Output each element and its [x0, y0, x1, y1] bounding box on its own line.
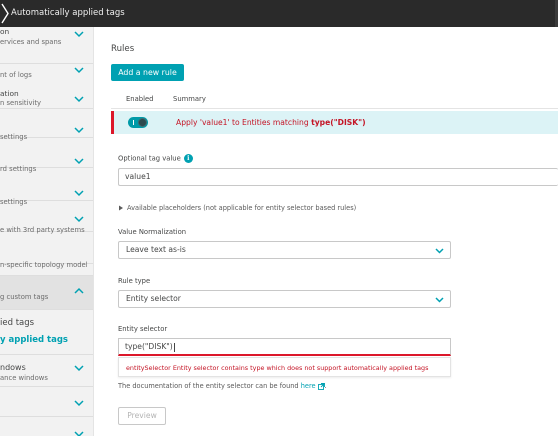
placeholders-expander[interactable]: Available placeholders (not applicable f…: [118, 204, 356, 212]
rule-type-select[interactable]: Entity selector: [118, 290, 451, 308]
rules-heading: Rules: [111, 44, 135, 54]
sidebar-item-subtitle: n-specific topology model: [0, 261, 88, 269]
rule-enabled-toggle[interactable]: [128, 117, 148, 128]
chevron-down-icon: [435, 297, 444, 303]
sidebar-item-subtitle: nt of logs: [0, 71, 32, 79]
sidebar-item-6[interactable]: e with 3rd party systems: [0, 216, 93, 264]
info-icon[interactable]: i: [183, 154, 193, 163]
entity-selector-value: type("DISK"): [125, 342, 173, 351]
preview-button[interactable]: Preview: [118, 407, 166, 425]
documentation-link[interactable]: here: [301, 382, 316, 390]
documentation-note: The documentation of the entity selector…: [118, 382, 327, 390]
chevron-down-icon: [74, 400, 84, 407]
sidebar-item-8[interactable]: g custom tags: [0, 276, 93, 310]
sidebar-item-subtitle: e with 3rd party systems: [0, 226, 85, 234]
chevron-up-icon: [74, 287, 84, 294]
value-normalization-label: Value Normalization: [118, 228, 187, 236]
rule-type-value: Entity selector: [126, 294, 181, 303]
sidebar-item-title: on: [0, 27, 10, 36]
rule-summary: Apply 'value1' to Entities matching type…: [176, 118, 366, 127]
sidebar-item-7[interactable]: n-specific topology model: [0, 261, 93, 276]
entity-selector-error-text: entitySelector Entity selector contains …: [126, 364, 429, 372]
settings-sidebar: on ervices and spans nt of logs ation n …: [0, 27, 94, 436]
sidebar-item-subtitle: settings: [0, 198, 28, 206]
chevron-down-icon: [74, 67, 84, 74]
column-header-summary: Summary: [173, 95, 206, 103]
sidebar-item-subtitle: ance windows: [0, 374, 48, 382]
column-header-enabled: Enabled: [126, 95, 154, 103]
chevron-down-icon: [74, 190, 84, 197]
rule-row[interactable]: Apply 'value1' to Entities matching type…: [111, 111, 558, 134]
value-normalization-value: Leave text as-is: [126, 245, 186, 254]
sidebar-item-title: ation: [0, 89, 19, 98]
sidebar-item-subtitle: ervices and spans: [0, 38, 62, 46]
toggle-on-mark: [133, 120, 134, 125]
breadcrumb-chevron-icon[interactable]: [0, 0, 10, 27]
rule-summary-text: Apply 'value1' to Entities matching: [176, 118, 312, 127]
main-content: Rules Add a new rule Enabled Summary App…: [95, 27, 558, 436]
sidebar-item-9[interactable]: ndows ance windows: [0, 354, 93, 387]
rules-table-header: Enabled Summary: [111, 89, 558, 109]
chevron-down-icon: [74, 216, 84, 223]
sidebar-item-subtitle: settings: [0, 133, 28, 141]
sidebar-item-11[interactable]: [0, 417, 93, 436]
optional-tag-value-label: Optional tag value i: [118, 154, 193, 163]
value-normalization-select[interactable]: Leave text as-is: [118, 241, 451, 259]
rule-summary-selector: type("DISK"): [311, 118, 366, 127]
placeholders-expander-text: Available placeholders (not applicable f…: [127, 204, 357, 212]
documentation-note-end: .: [324, 382, 327, 390]
sidebar-subitem-current[interactable]: y applied tags: [0, 335, 68, 345]
optional-tag-value-input[interactable]: value1: [118, 168, 558, 186]
sidebar-subitem[interactable]: ied tags: [0, 318, 34, 328]
add-rule-button[interactable]: Add a new rule: [111, 64, 184, 81]
optional-tag-value-label-text: Optional tag value: [118, 154, 181, 163]
chevron-down-icon: [74, 127, 84, 134]
external-link-icon[interactable]: [317, 382, 325, 390]
rule-type-label: Rule type: [118, 277, 151, 285]
sidebar-item-10[interactable]: [0, 387, 93, 417]
entity-selector-label: Entity selector: [118, 325, 168, 333]
sidebar-item-subtitle: g custom tags: [0, 293, 49, 301]
sidebar-item-title: ndows: [0, 363, 26, 372]
chevron-down-icon: [74, 31, 84, 38]
triangle-right-icon: [119, 205, 123, 211]
text-cursor: [173, 342, 175, 352]
chevron-down-icon: [435, 248, 444, 254]
sidebar-item-0[interactable]: on ervices and spans: [0, 27, 93, 64]
chevron-down-icon: [74, 96, 84, 103]
toggle-knob: [138, 118, 147, 127]
page-title: Automatically applied tags: [11, 8, 125, 18]
sidebar-item-subtitle: n sensitivity: [0, 99, 42, 107]
entity-selector-input[interactable]: type("DISK"): [118, 338, 451, 356]
top-breadcrumb-bar: Automatically applied tags: [0, 0, 558, 27]
entity-selector-error: entitySelector Entity selector contains …: [118, 357, 451, 377]
chevron-down-icon: [74, 365, 84, 372]
chevron-down-icon: [74, 431, 84, 436]
documentation-note-text: The documentation of the entity selector…: [118, 382, 301, 390]
sidebar-item-subtitle: rd settings: [0, 165, 37, 173]
chevron-down-icon: [74, 158, 84, 165]
